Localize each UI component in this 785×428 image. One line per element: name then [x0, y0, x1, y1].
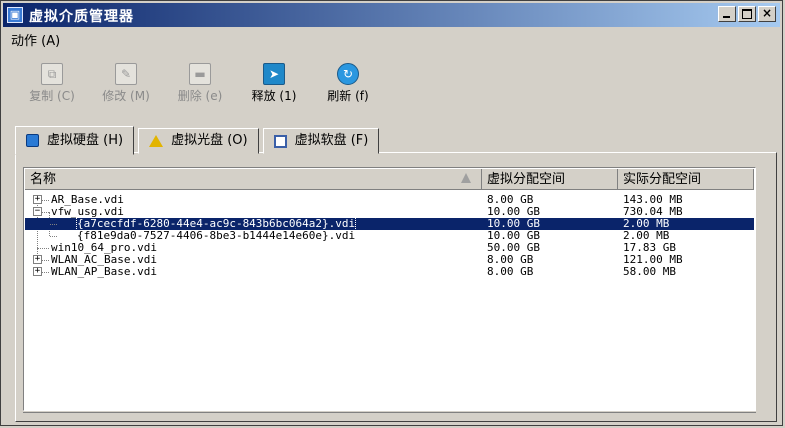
details-divider	[23, 412, 756, 425]
row-virtual-size: 8.00 GB	[487, 265, 534, 278]
release-icon: ➤	[263, 63, 285, 85]
tab-floppy-disk[interactable]: 虚拟软盘 (F)	[262, 128, 380, 154]
media-list[interactable]: 名称 虚拟分配空间 实际分配空间 + AR_Base.vdi 8.00 GB 1…	[23, 167, 756, 411]
refresh-icon: ↻	[337, 63, 359, 85]
delete-icon: ▬	[189, 63, 211, 85]
tab-hard-disk-label: 虚拟硬盘 (H)	[47, 132, 124, 148]
refresh-button[interactable]: ↻ 刷新 (f)	[311, 57, 385, 109]
hard-disk-icon	[26, 134, 39, 147]
modify-icon: ✎	[115, 63, 137, 85]
copy-label: 复制 (C)	[29, 89, 75, 103]
list-header: 名称 虚拟分配空间 实际分配空间	[25, 169, 754, 191]
table-row[interactable]: + WLAN_AP_Base.vdi 8.00 GB 58.00 MB	[25, 266, 754, 278]
expand-toggle-icon[interactable]: +	[33, 267, 42, 276]
floppy-disk-icon	[273, 134, 287, 148]
toolbar: ⧉ 复制 (C) ✎ 修改 (M) ▬ 删除 (e) ➤ 释放 (1) ↻ 刷新…	[15, 57, 385, 109]
refresh-label: 刷新 (f)	[327, 89, 369, 103]
modify-button[interactable]: ✎ 修改 (M)	[89, 57, 163, 109]
app-icon: ▣	[7, 7, 23, 23]
tree-branch	[50, 224, 57, 225]
tree-branch	[42, 272, 49, 273]
column-virtual-label: 虚拟分配空间	[487, 172, 566, 187]
menu-actions[interactable]: 动作 (A)	[7, 32, 64, 51]
tab-floppy-disk-label: 虚拟软盘 (F)	[294, 133, 369, 148]
caption-buttons: ×	[716, 6, 776, 24]
expand-toggle-icon[interactable]: +	[33, 255, 42, 264]
optical-disk-icon	[149, 135, 164, 147]
copy-button[interactable]: ⧉ 复制 (C)	[15, 57, 89, 109]
media-tabs: 虚拟硬盘 (H) 虚拟光盘 (O) 虚拟软盘 (F)	[15, 125, 383, 155]
list-rows: + AR_Base.vdi 8.00 GB 143.00 MB − vfw_us…	[25, 194, 754, 278]
menu-bar: 动作 (A)	[7, 30, 64, 49]
close-button[interactable]: ×	[758, 6, 776, 22]
title-bar[interactable]: ▣ 虚拟介质管理器 ×	[3, 3, 780, 27]
delete-button[interactable]: ▬ 删除 (e)	[163, 57, 237, 109]
expand-toggle-icon[interactable]: +	[33, 195, 42, 204]
column-actual-label: 实际分配空间	[623, 172, 702, 187]
sort-ascending-icon	[461, 173, 471, 183]
row-actual-size: 58.00 MB	[623, 265, 676, 278]
release-button[interactable]: ➤ 释放 (1)	[237, 57, 311, 109]
maximize-button[interactable]	[738, 6, 756, 22]
column-name-label: 名称	[30, 172, 57, 187]
tree-branch	[42, 200, 49, 201]
row-name: WLAN_AP_Base.vdi	[51, 265, 157, 278]
tree-branch	[50, 236, 57, 237]
tab-optical-disk-label: 虚拟光盘 (O)	[171, 133, 248, 148]
collapse-toggle-icon[interactable]: −	[33, 207, 42, 216]
minimize-button[interactable]	[718, 6, 736, 22]
window-title: 虚拟介质管理器	[29, 9, 134, 25]
tab-hard-disk[interactable]: 虚拟硬盘 (H)	[15, 126, 135, 155]
column-header-actual-size[interactable]: 实际分配空间	[618, 169, 754, 190]
tree-branch	[42, 260, 49, 261]
modify-label: 修改 (M)	[102, 89, 150, 103]
column-header-name[interactable]: 名称	[25, 169, 482, 190]
delete-label: 删除 (e)	[177, 89, 223, 103]
tree-branch	[37, 248, 49, 249]
media-manager-window: ▣ 虚拟介质管理器 × 动作 (A) ⧉ 复制 (C) ✎ 修改 (M) ▬ 删…	[0, 0, 783, 426]
tree-branch	[42, 212, 49, 213]
tab-optical-disk[interactable]: 虚拟光盘 (O)	[138, 128, 259, 154]
copy-icon: ⧉	[41, 63, 63, 85]
column-header-virtual-size[interactable]: 虚拟分配空间	[482, 169, 618, 190]
release-label: 释放 (1)	[251, 89, 297, 103]
